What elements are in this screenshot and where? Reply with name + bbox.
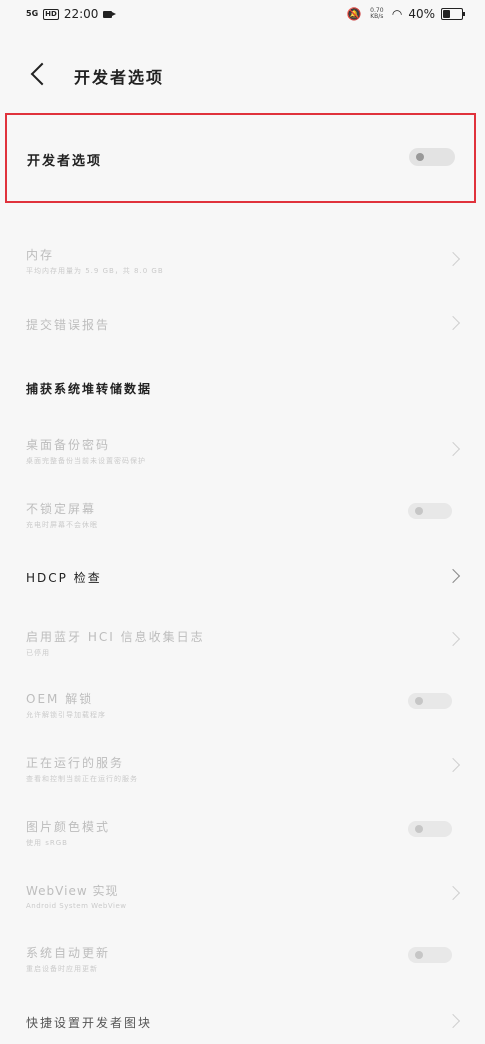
- setting-row-backup-password[interactable]: 桌面备份密码 桌面完整备份当前未设置密码保护: [0, 430, 485, 470]
- chevron-right-icon: [445, 757, 461, 773]
- page-title: 开发者选项: [74, 68, 165, 87]
- setting-row-stay-awake[interactable]: 不锁定屏幕 充电时屏幕不会休眠: [0, 494, 485, 534]
- setting-row-quick-settings-tiles[interactable]: 快捷设置开发者图块: [0, 1006, 485, 1036]
- setting-label: 提交错误报告: [26, 318, 111, 332]
- setting-row-bug-report[interactable]: 提交错误报告: [0, 308, 485, 338]
- app-header: 开发者选项: [0, 55, 485, 95]
- back-arrow-icon[interactable]: [30, 64, 46, 80]
- setting-label: 内存: [26, 248, 55, 262]
- status-bar: 5G HD 22:00 🔕 0.70 KB/s ◠ 40%: [0, 0, 485, 30]
- chevron-right-icon: [445, 441, 461, 457]
- toggle-knob: [416, 153, 424, 161]
- setting-row-auto-update[interactable]: 系统自动更新 重启设备时应用更新: [0, 938, 485, 978]
- wifi-icon: ◠: [391, 7, 403, 21]
- setting-label: 桌面备份密码: [26, 438, 111, 452]
- toggle-knob: [415, 951, 423, 959]
- chevron-right-icon: [445, 251, 461, 267]
- silent-icon: 🔕: [346, 7, 362, 21]
- setting-subtitle: 充电时屏幕不会休眠: [26, 521, 98, 529]
- setting-label: 启用蓝牙 HCI 信息收集日志: [26, 630, 205, 644]
- setting-subtitle: 已停用: [26, 649, 50, 657]
- setting-row-memory[interactable]: 内存 平均内存用量为 5.9 GB，共 8.0 GB: [0, 240, 485, 280]
- setting-label: HDCP 检查: [26, 571, 102, 585]
- setting-row-hdcp[interactable]: HDCP 检查: [0, 560, 485, 590]
- chevron-right-icon: [445, 315, 461, 331]
- screen-record-icon: [103, 10, 117, 18]
- chevron-right-icon: [445, 631, 461, 647]
- setting-row-oem-unlock[interactable]: OEM 解锁 允许解锁引导加载程序: [0, 684, 485, 724]
- toggle-knob: [415, 825, 423, 833]
- setting-row-heap-dump[interactable]: 捕获系统堆转储数据: [0, 372, 485, 402]
- setting-label: OEM 解锁: [26, 692, 94, 706]
- setting-label: 捕获系统堆转储数据: [26, 382, 153, 396]
- chevron-right-icon: [445, 568, 461, 584]
- developer-options-label: 开发者选项: [27, 154, 103, 169]
- clock: 22:00: [63, 7, 99, 21]
- battery-level: [443, 10, 450, 18]
- setting-label: 图片颜色模式: [26, 820, 111, 834]
- setting-label: 正在运行的服务: [26, 756, 125, 770]
- setting-label: WebView 实现: [26, 884, 119, 898]
- battery-percent: 40%: [408, 7, 435, 21]
- chevron-right-icon: [445, 1013, 461, 1029]
- setting-label: 快捷设置开发者图块: [26, 1016, 153, 1030]
- setting-row-bluetooth-hci[interactable]: 启用蓝牙 HCI 信息收集日志 已停用: [0, 622, 485, 662]
- setting-row-running-services[interactable]: 正在运行的服务 查看和控制当前正在运行的服务: [0, 748, 485, 788]
- setting-subtitle: 使用 sRGB: [26, 839, 68, 847]
- toggle-knob: [415, 507, 423, 515]
- setting-subtitle: Android System WebView: [26, 902, 127, 910]
- setting-subtitle: 允许解锁引导加载程序: [26, 711, 106, 719]
- battery-icon: [441, 8, 465, 20]
- setting-label: 不锁定屏幕: [26, 502, 97, 516]
- auto-update-toggle[interactable]: [408, 947, 452, 963]
- hd-badge: HD: [43, 8, 59, 20]
- toggle-knob: [415, 697, 423, 705]
- setting-subtitle: 查看和控制当前正在运行的服务: [26, 775, 138, 783]
- net-speed: 0.70 KB/s: [370, 7, 384, 20]
- chevron-right-icon: [445, 885, 461, 901]
- oem-unlock-toggle[interactable]: [408, 693, 452, 709]
- stay-awake-toggle[interactable]: [408, 503, 452, 519]
- picture-color-mode-toggle[interactable]: [408, 821, 452, 837]
- setting-row-picture-color-mode[interactable]: 图片颜色模式 使用 sRGB: [0, 812, 485, 852]
- setting-subtitle: 桌面完整备份当前未设置密码保护: [26, 457, 146, 465]
- setting-subtitle: 平均内存用量为 5.9 GB，共 8.0 GB: [26, 267, 164, 275]
- developer-options-toggle[interactable]: [409, 148, 455, 166]
- developer-options-master-row[interactable]: 开发者选项: [5, 113, 476, 203]
- setting-subtitle: 重启设备时应用更新: [26, 965, 98, 973]
- setting-label: 系统自动更新: [26, 946, 111, 960]
- signal-indicator: 5G: [26, 9, 39, 18]
- setting-row-webview[interactable]: WebView 实现 Android System WebView: [0, 876, 485, 916]
